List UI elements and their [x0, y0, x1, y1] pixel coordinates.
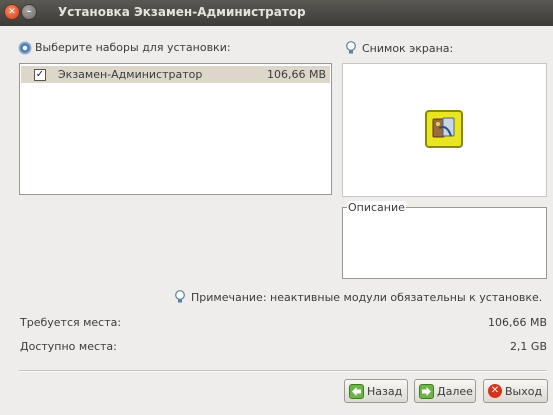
description-box: Описание: [342, 201, 547, 279]
available-space-label: Доступно места:: [20, 340, 117, 353]
lightbulb-icon: [346, 41, 356, 54]
list-item[interactable]: ✓ Экзамен-Администратор 106,66 MB: [21, 66, 330, 83]
arrow-right-icon: [419, 383, 434, 399]
package-name: Экзамен-Администратор: [58, 68, 203, 81]
packages-list[interactable]: ✓ Экзамен-Администратор 106,66 MB: [19, 63, 332, 195]
exit-button[interactable]: ✕ Выход: [483, 379, 548, 403]
window-title: Установка Экзамен-Администратор: [58, 5, 306, 19]
next-button[interactable]: Далее: [414, 379, 476, 403]
package-size: 106,66 MB: [266, 68, 326, 81]
description-legend: Описание: [347, 201, 406, 214]
gear-icon: [20, 42, 30, 53]
screenshot-preview: [342, 63, 547, 197]
lightbulb-icon: [175, 290, 185, 303]
required-space-value: 106,66 MB: [487, 316, 547, 329]
back-button-label: Назад: [367, 384, 403, 398]
book-icon: [432, 117, 455, 138]
minimize-window-icon[interactable]: –: [22, 5, 36, 19]
note-text: Примечание: неактивные модули обязательн…: [191, 290, 543, 304]
arrow-left-icon: [349, 383, 364, 399]
screenshot-heading-text: Снимок экрана:: [362, 41, 454, 55]
next-button-label: Далее: [437, 384, 473, 398]
required-space-label: Требуется места:: [20, 316, 122, 329]
packages-heading: Выберите наборы для установки:: [20, 41, 231, 54]
back-button[interactable]: Назад: [344, 379, 408, 403]
close-window-icon[interactable]: ✕: [5, 5, 19, 19]
close-icon: ✕: [488, 384, 502, 398]
available-space-value: 2,1 GB: [509, 340, 547, 353]
packages-heading-text: Выберите наборы для установки:: [35, 41, 231, 54]
package-checkbox[interactable]: ✓: [34, 69, 46, 81]
note: Примечание: неактивные модули обязательн…: [174, 290, 542, 304]
exam-admin-app-icon: [425, 110, 463, 148]
separator: [19, 370, 547, 372]
screenshot-heading: Снимок экрана:: [345, 41, 453, 55]
exit-button-label: Выход: [505, 384, 543, 398]
title-bar: ✕ – Установка Экзамен-Администратор: [0, 0, 553, 26]
